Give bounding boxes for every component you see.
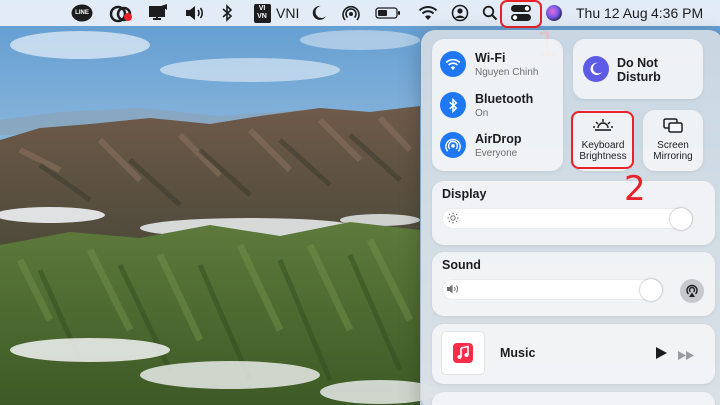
menu-bar: LINE VI VN VNI Thu 12 Aug 4:36 PM xyxy=(0,0,720,28)
next-tile-partial xyxy=(432,392,715,405)
sound-volume-slider[interactable] xyxy=(442,279,663,300)
vni-keyboard-icon[interactable]: VI VN xyxy=(253,3,271,23)
airdrop-icon xyxy=(440,132,466,158)
vni-label[interactable]: VNI xyxy=(276,4,299,22)
play-icon xyxy=(656,347,667,359)
sound-slider-knob[interactable] xyxy=(640,279,662,301)
dark-mode-icon[interactable] xyxy=(311,3,327,23)
sound-label: Sound xyxy=(442,258,481,272)
search-icon[interactable] xyxy=(482,3,498,23)
wifi-icon[interactable] xyxy=(418,3,438,23)
airdrop-icon[interactable] xyxy=(342,3,360,23)
user-icon[interactable] xyxy=(451,3,469,23)
do-not-disturb-tile[interactable]: Do Not Disturb xyxy=(573,39,703,99)
siri-icon[interactable] xyxy=(545,3,563,23)
creative-cloud-icon[interactable] xyxy=(109,3,133,23)
control-center-highlight xyxy=(500,0,542,28)
fast-forward-icon xyxy=(678,351,694,360)
network-tile: Wi-Fi Nguyen Chinh Bluetooth On AirDrop … xyxy=(432,39,563,171)
bluetooth-title: Bluetooth xyxy=(475,92,534,106)
display-slider-knob[interactable] xyxy=(670,208,692,230)
next-track-button[interactable] xyxy=(677,348,695,366)
line-app-label: LINE xyxy=(75,10,89,16)
screen-capture-icon[interactable] xyxy=(147,3,169,23)
bluetooth-icon[interactable] xyxy=(220,3,234,23)
control-center-panel: Wi-Fi Nguyen Chinh Bluetooth On AirDrop … xyxy=(421,30,720,405)
line-app-icon[interactable]: LINE xyxy=(71,3,93,23)
play-button[interactable] xyxy=(654,346,668,365)
display-tile: Display xyxy=(432,181,715,245)
airdrop-toggle[interactable]: AirDrop Everyone xyxy=(440,132,560,164)
vni-badge: VI VN xyxy=(253,3,271,23)
screen-mirroring-icon xyxy=(663,118,683,139)
bluetooth-toggle[interactable]: Bluetooth On xyxy=(440,92,560,124)
airplay-audio-button[interactable] xyxy=(680,279,704,303)
volume-icon[interactable] xyxy=(184,3,206,23)
menubar-date[interactable]: Thu 12 Aug xyxy=(576,4,648,22)
moon-icon xyxy=(583,56,609,82)
wifi-title: Wi-Fi xyxy=(475,51,506,65)
annotation-step-2: 2 xyxy=(624,169,646,209)
sun-icon xyxy=(447,212,459,227)
bluetooth-status: On xyxy=(475,108,489,119)
screen-mirroring-tile[interactable]: Screen Mirroring xyxy=(643,110,703,171)
airplay-icon xyxy=(686,284,698,297)
display-brightness-slider[interactable] xyxy=(442,208,693,229)
wifi-toggle[interactable]: Wi-Fi Nguyen Chinh xyxy=(440,51,560,83)
screen-mirroring-label: Screen Mirroring xyxy=(653,140,693,162)
wifi-icon xyxy=(440,51,466,77)
bluetooth-icon xyxy=(440,92,466,118)
keyboard-brightness-highlight xyxy=(571,111,634,169)
sound-tile: Sound xyxy=(432,252,715,316)
battery-icon[interactable] xyxy=(375,3,401,23)
music-tile[interactable]: Music xyxy=(432,324,715,384)
display-label: Display xyxy=(442,187,487,201)
menubar-time[interactable]: 4:36 PM xyxy=(651,4,703,22)
airdrop-status: Everyone xyxy=(475,148,518,159)
speaker-icon xyxy=(446,283,460,298)
wifi-network-name: Nguyen Chinh xyxy=(475,67,539,78)
do-not-disturb-label: Do Not Disturb xyxy=(617,56,661,84)
music-label: Music xyxy=(500,346,536,360)
music-app-icon xyxy=(442,332,484,374)
airdrop-title: AirDrop xyxy=(475,132,522,146)
